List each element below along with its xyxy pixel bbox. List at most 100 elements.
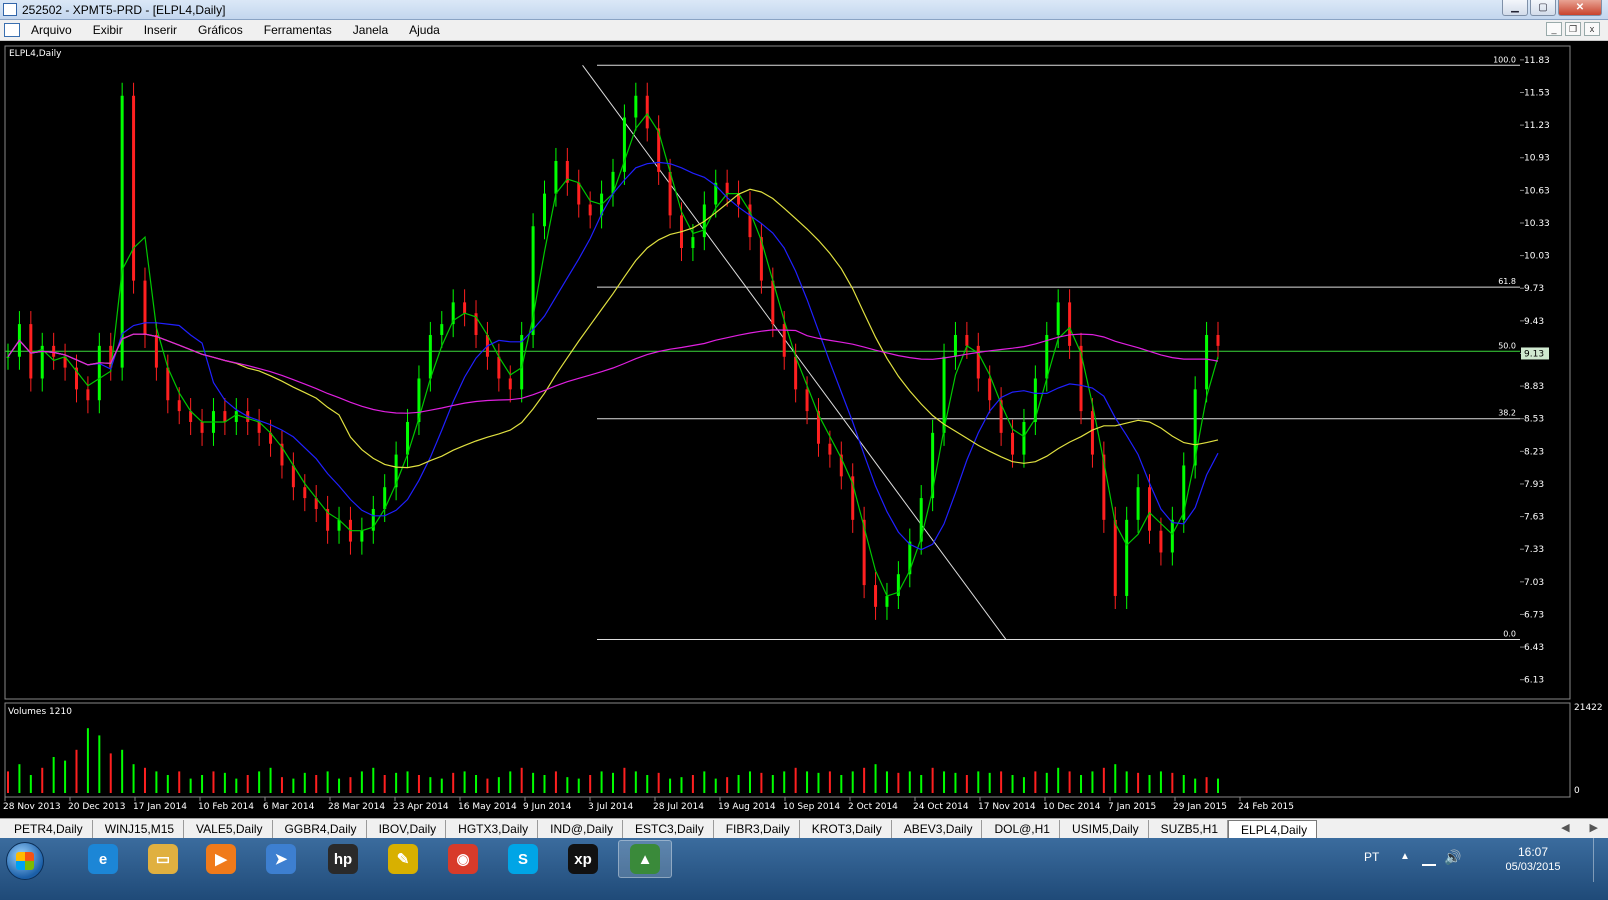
tabs-next-icon[interactable]: ▶: [1590, 821, 1598, 834]
menu-graficos[interactable]: Gráficos: [198, 23, 243, 37]
tab-winj15[interactable]: WINJ15,M15: [93, 820, 185, 839]
taskbar-app-skype[interactable]: S: [496, 840, 550, 878]
volume-bar: [680, 777, 683, 793]
candle-body: [588, 204, 592, 216]
volume-bar: [874, 764, 877, 793]
mdi-restore-button[interactable]: ❐: [1565, 22, 1581, 36]
tab-elpl4[interactable]: ELPL4,Daily: [1228, 820, 1318, 840]
price-chart[interactable]: ELPL4,Daily Volumes 1210 21422 0 100.0 61…: [0, 41, 1608, 818]
mdi-minimize-button[interactable]: _: [1546, 22, 1562, 36]
xp-icon: xp: [568, 844, 598, 874]
tabs-prev-icon[interactable]: ◀: [1561, 821, 1569, 834]
menu-arquivo[interactable]: Arquivo: [31, 23, 72, 37]
taskbar-app-dreamweaver[interactable]: ➤: [254, 840, 308, 878]
taskbar: e ▭ ▶ ➤ hp ✎ ◉ Sxp ▲ PT ▲ 🔊 16:07 05/03/2015: [0, 838, 1608, 900]
volume-icon[interactable]: 🔊: [1444, 849, 1461, 866]
volume-bar: [1000, 771, 1003, 793]
volume-bar: [1114, 764, 1117, 793]
tab-dol[interactable]: DOL@,H1: [982, 820, 1060, 839]
volume-bar: [98, 735, 101, 793]
tab-ibov[interactable]: IBOV,Daily: [367, 820, 447, 839]
taskbar-app-metatrader[interactable]: ▲: [618, 840, 672, 878]
volume-bar: [977, 771, 980, 793]
tab-krot3[interactable]: KROT3,Daily: [800, 820, 892, 839]
clock-date[interactable]: 05/03/2015: [1498, 861, 1568, 873]
volume-bar: [201, 775, 204, 793]
taskbar-app-ie[interactable]: e: [76, 840, 130, 878]
tab-estc3[interactable]: ESTC3,Daily: [623, 820, 714, 839]
mdi-close-button[interactable]: x: [1584, 22, 1600, 36]
date-axis-label: 17 Nov 2014: [978, 802, 1036, 812]
date-axis-label: 28 Mar 2014: [328, 802, 385, 812]
tray-expand-icon[interactable]: ▲: [1400, 851, 1410, 862]
taskbar-app-chrome[interactable]: ◉: [436, 840, 490, 878]
candle-body: [143, 280, 147, 335]
chart-doc-icon[interactable]: [4, 23, 20, 37]
menu-ferramentas[interactable]: Ferramentas: [264, 23, 332, 37]
tab-suzb5[interactable]: SUZB5,H1: [1149, 820, 1229, 839]
tab-hgtx3[interactable]: HGTX3,Daily: [446, 820, 539, 839]
volume-bar: [600, 771, 603, 793]
volume-label: Volumes 1210: [8, 707, 72, 717]
maximize-button[interactable]: ▢: [1530, 0, 1556, 16]
taskbar-app-explorer[interactable]: ▭: [136, 840, 190, 878]
start-button[interactable]: [6, 842, 44, 880]
volume-bar: [303, 772, 306, 793]
menu-ajuda[interactable]: Ajuda: [409, 23, 440, 37]
menu-bar: Arquivo Exibir Inserir Gráficos Ferramen…: [0, 20, 1608, 41]
date-axis-label: 24 Oct 2014: [913, 802, 969, 812]
taskbar-app-hp[interactable]: hp: [316, 840, 370, 878]
close-button[interactable]: ✕: [1558, 0, 1602, 16]
tab-fibr3[interactable]: FIBR3,Daily: [714, 820, 800, 839]
taskbar-app-media[interactable]: ▶: [194, 840, 248, 878]
volume-bar: [269, 767, 272, 793]
volume-bar: [155, 771, 158, 793]
taskbar-app-xp[interactable]: xp: [556, 840, 610, 878]
candle-body: [988, 378, 992, 401]
candle-body: [1090, 411, 1094, 455]
volume-bar: [1080, 775, 1083, 793]
tab-abev3[interactable]: ABEV3,Daily: [892, 820, 983, 839]
menu-exibir[interactable]: Exibir: [93, 23, 123, 37]
date-axis-label: 6 Mar 2014: [263, 802, 315, 812]
window-title: 252502 - XPMT5-PRD - [ELPL4,Daily]: [22, 3, 226, 17]
menu-janela[interactable]: Janela: [353, 23, 388, 37]
volume-bar: [1045, 772, 1048, 793]
volume-bar: [760, 772, 763, 793]
volume-bar: [1022, 777, 1025, 793]
candle-body: [303, 487, 307, 499]
volume-axis-min: 0: [1574, 786, 1580, 796]
tab-ggbr4[interactable]: GGBR4,Daily: [273, 820, 367, 839]
volume-bar: [338, 778, 341, 793]
volume-bar: [315, 775, 318, 793]
volume-bar: [817, 772, 820, 793]
chart-tabs-bar: PETR4,Daily WINJ15,M15 VALE5,Daily GGBR4…: [0, 818, 1608, 840]
candle-body: [166, 367, 170, 401]
price-axis-label: 9.73: [1524, 284, 1544, 294]
candle-body: [1022, 421, 1026, 455]
clock-time[interactable]: 16:07: [1498, 845, 1568, 859]
tab-petr4[interactable]: PETR4,Daily: [2, 820, 93, 839]
language-indicator[interactable]: PT: [1364, 850, 1379, 864]
volume-bar: [771, 775, 774, 793]
tab-usim5[interactable]: USIM5,Daily: [1060, 820, 1149, 839]
volume-bar: [554, 771, 557, 793]
candle-body: [97, 345, 101, 401]
date-axis-label: 28 Jul 2014: [653, 802, 704, 812]
menu-inserir[interactable]: Inserir: [144, 23, 177, 37]
minimize-button[interactable]: ▁: [1502, 0, 1528, 16]
volume-bar: [1011, 775, 1014, 793]
candle-body: [1056, 302, 1060, 335]
date-axis-label: 16 May 2014: [458, 802, 517, 812]
candle-body: [874, 585, 878, 607]
volume-bar: [406, 771, 409, 793]
price-axis-label: 10.93: [1524, 154, 1550, 164]
show-desktop-button[interactable]: [1593, 838, 1608, 882]
volume-bar: [908, 771, 911, 793]
volume-bar: [360, 771, 363, 793]
taskbar-app-tool[interactable]: ✎: [376, 840, 430, 878]
tab-vale5[interactable]: VALE5,Daily: [184, 820, 273, 839]
tab-ind[interactable]: IND@,Daily: [538, 820, 624, 839]
network-icon[interactable]: [1422, 852, 1436, 866]
fibonacci-level-label: 50.0: [1498, 341, 1516, 350]
